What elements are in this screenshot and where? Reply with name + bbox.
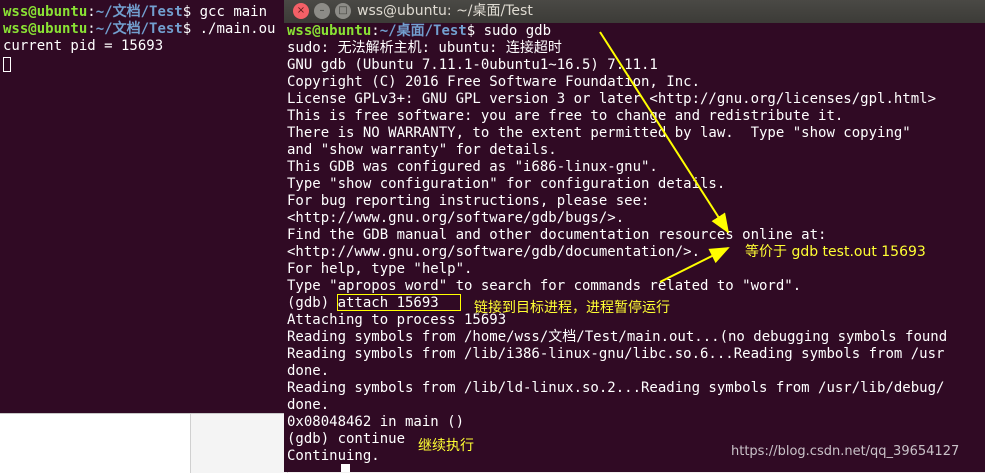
annotation-arrows xyxy=(599,31,730,283)
annotation-equivalent: 等价于 gdb test.out 15693 xyxy=(745,244,926,260)
arrow-attach xyxy=(659,247,730,283)
arrow-sudo-gdb xyxy=(599,31,730,234)
attach-highlight-box xyxy=(337,294,461,311)
annotation-attach-note: 链接到目标进程，进程暂停运行 xyxy=(474,300,670,316)
annotation-continue-note: 继续执行 xyxy=(418,438,474,454)
watermark: https://blog.csdn.net/qq_39654127 xyxy=(731,444,960,459)
